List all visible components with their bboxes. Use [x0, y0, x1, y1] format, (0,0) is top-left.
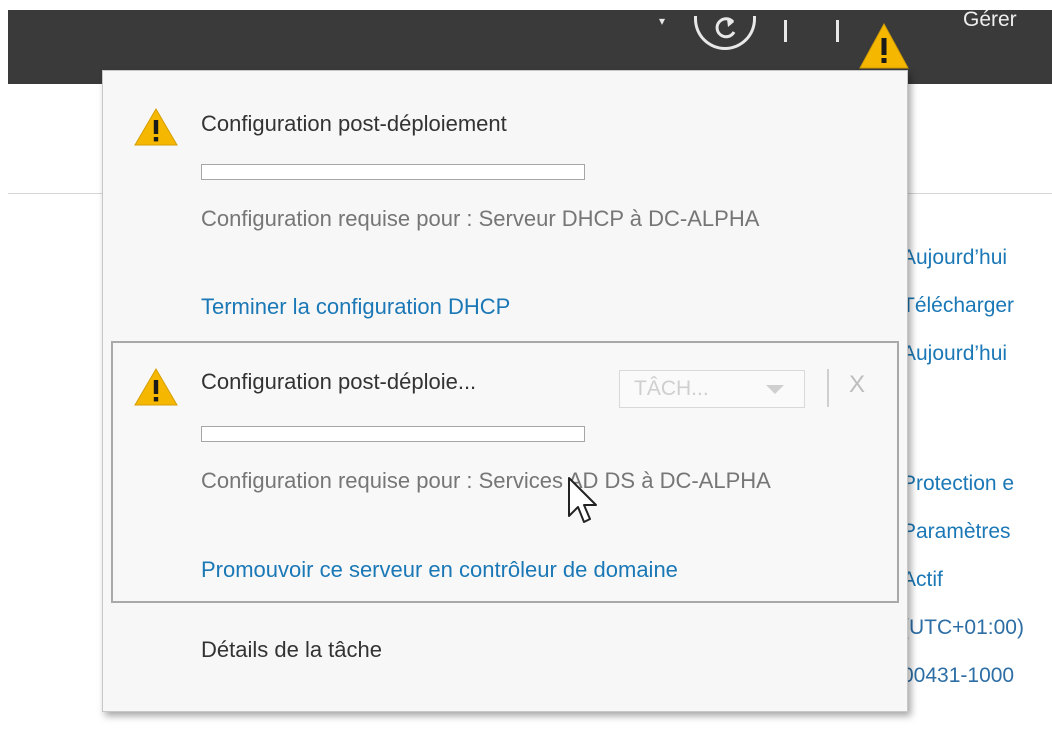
header-separator — [836, 20, 839, 42]
task-details-link[interactable]: Détails de la tâche — [201, 637, 382, 663]
separator — [827, 369, 829, 407]
property-value[interactable]: Paramètres — [902, 520, 1052, 544]
close-icon[interactable]: X — [849, 371, 865, 399]
manage-menu[interactable]: Gérer — [963, 8, 1017, 32]
warning-icon — [134, 108, 178, 146]
warning-flag-icon[interactable] — [858, 22, 910, 70]
notification-item: Configuration post-déploie... TÂCH... X … — [111, 341, 899, 603]
notifications-panel: Configuration post-déploiement Configura… — [102, 70, 908, 712]
property-value[interactable]: (UTC+01:00) — [902, 616, 1052, 640]
promote-domain-controller-link[interactable]: Promouvoir ce serveur en contrôleur de d… — [201, 557, 678, 583]
warning-icon — [134, 368, 178, 406]
refresh-icon — [715, 17, 736, 39]
complete-dhcp-configuration-link[interactable]: Terminer la configuration DHCP — [201, 294, 510, 320]
notification-title: Configuration post-déploie... — [201, 369, 477, 394]
notification-item: Configuration post-déploiement Configura… — [113, 89, 899, 339]
screen: ▾ Gérer Aujourd’hui Télécharger Aujourd’… — [0, 0, 1052, 731]
progress-bar — [201, 164, 585, 180]
caret-down-icon — [766, 385, 784, 394]
property-value[interactable]: Aujourd’hui — [902, 246, 1052, 270]
property-value[interactable]: Protection e — [902, 472, 1052, 496]
mouse-cursor-icon — [568, 477, 597, 523]
notification-title: Configuration post-déploiement — [201, 111, 507, 136]
refresh-button[interactable] — [694, 16, 756, 50]
notification-description: Configuration requise pour : Serveur DHC… — [201, 206, 760, 231]
progress-bar — [201, 426, 585, 442]
tasks-dropdown[interactable]: TÂCH... — [619, 370, 805, 408]
chevron-down-icon[interactable]: ▾ — [659, 15, 669, 27]
notification-description: Configuration requise pour : Services AD… — [201, 468, 771, 493]
property-value[interactable]: 00431-1000 — [902, 664, 1052, 688]
tasks-dropdown-label: TÂCH... — [634, 377, 709, 400]
property-value[interactable]: Aujourd’hui — [902, 342, 1052, 366]
property-value[interactable]: Télécharger — [902, 294, 1052, 318]
header-separator — [784, 20, 787, 42]
property-value[interactable]: Actif — [902, 568, 1052, 592]
